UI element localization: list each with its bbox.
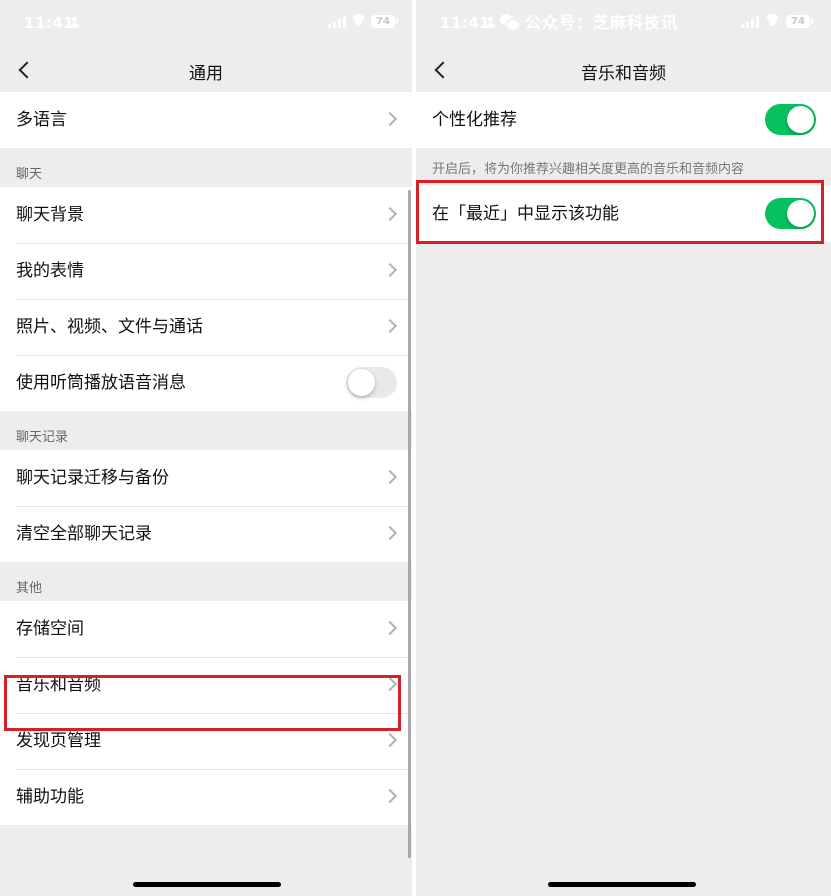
personalized-hint-text: 开启后，将为你推荐兴趣相关度更高的音乐和音频内容: [432, 162, 745, 177]
settings-item-label: 清空全部聊天记录: [16, 524, 152, 544]
settings-item-chat-background[interactable]: 聊天背景: [0, 187, 412, 243]
settings-item-discover-management[interactable]: 发现页管理: [0, 713, 412, 769]
settings-item-label: 音乐和音频: [16, 675, 101, 695]
chevron-right-icon: [382, 318, 398, 334]
chevron-right-icon: [382, 262, 398, 278]
section-title-chat: 聊天: [16, 167, 43, 182]
watermark: 公众号：芝麻科技讯: [500, 9, 678, 33]
cellular-signal-icon: [741, 16, 759, 28]
toggle-knob: [787, 106, 814, 133]
chevron-right-icon: [382, 469, 398, 485]
settings-item-label: 聊天背景: [16, 205, 84, 225]
settings-item-accessibility[interactable]: 辅助功能: [0, 769, 412, 825]
nav-bar: 通用: [0, 46, 412, 92]
home-indicator[interactable]: [133, 882, 281, 887]
chevron-right-icon: [382, 620, 398, 636]
settings-list: 多语言 聊天 聊天背景 我的表情 照片、视频、文件与通话 使用听筒播放语音消息 …: [0, 92, 412, 825]
person-icon: [486, 17, 495, 28]
nav-bar: 音乐和音频: [416, 46, 831, 92]
wechat-logo-icon: [500, 14, 520, 31]
status-time: 11:41: [24, 14, 75, 32]
settings-item-earpiece-voice: 使用听筒播放语音消息: [0, 355, 412, 411]
wifi-icon: [765, 14, 780, 26]
chevron-right-icon: [382, 525, 398, 541]
chevron-right-icon: [382, 676, 398, 692]
settings-item-label: 个性化推荐: [432, 110, 517, 130]
settings-item-language[interactable]: 多语言: [0, 92, 412, 148]
toggle-knob: [787, 200, 814, 227]
chevron-right-icon: [382, 788, 398, 804]
personalized-recommendation-toggle[interactable]: [765, 104, 816, 135]
settings-item-chat-migration-backup[interactable]: 聊天记录迁移与备份: [0, 450, 412, 506]
scrollbar[interactable]: [408, 190, 411, 858]
status-time: 11:41: [440, 14, 491, 32]
chevron-right-icon: [382, 111, 398, 127]
settings-item-photos-videos-files-calls[interactable]: 照片、视频、文件与通话: [0, 299, 412, 355]
section-title-other: 其他: [16, 581, 43, 596]
settings-item-label: 使用听筒播放语音消息: [16, 373, 186, 393]
settings-item-label: 存储空间: [16, 619, 84, 639]
toggle-knob: [348, 369, 375, 396]
settings-item-label: 多语言: [16, 110, 67, 130]
left-screen-general-settings: 11:41 74 通用 多语言 聊天 聊天背景 我的表情 照片、视频、文件与通话: [0, 0, 412, 896]
page-title: 音乐和音频: [581, 64, 666, 84]
music-settings-list: 个性化推荐 开启后，将为你推荐兴趣相关度更高的音乐和音频内容 在「最近」中显示该…: [416, 92, 831, 242]
settings-item-storage[interactable]: 存储空间: [0, 601, 412, 657]
settings-item-label: 在「最近」中显示该功能: [432, 204, 619, 224]
cellular-signal-icon: [328, 16, 346, 28]
chevron-right-icon: [382, 732, 398, 748]
wifi-icon: [351, 14, 366, 26]
settings-item-label: 发现页管理: [16, 731, 101, 751]
person-icon: [70, 17, 79, 28]
battery-icon: 74: [786, 15, 813, 28]
battery-icon: 74: [371, 15, 398, 28]
settings-item-personalized-recommendation: 个性化推荐: [416, 92, 831, 148]
home-indicator[interactable]: [548, 882, 696, 887]
page-title: 通用: [189, 64, 223, 84]
earpiece-voice-toggle[interactable]: [346, 367, 397, 398]
section-title-chat-history: 聊天记录: [16, 430, 69, 445]
watermark-text: 公众号：芝麻科技讯: [525, 13, 679, 32]
show-in-recent-toggle[interactable]: [765, 198, 816, 229]
settings-item-label: 照片、视频、文件与通话: [16, 317, 203, 337]
right-screen-music-audio: 11:41 74 音乐和音频 个性化推荐 开启后，将为你推荐兴趣相关度更高的音乐…: [416, 0, 831, 896]
settings-item-my-stickers[interactable]: 我的表情: [0, 243, 412, 299]
settings-item-music-audio[interactable]: 音乐和音频: [0, 657, 412, 713]
settings-item-show-in-recent: 在「最近」中显示该功能: [416, 186, 831, 242]
status-bar: 11:41 74: [0, 0, 412, 46]
settings-item-label: 聊天记录迁移与备份: [16, 468, 169, 488]
settings-item-label: 我的表情: [16, 261, 84, 281]
settings-item-clear-chat-history[interactable]: 清空全部聊天记录: [0, 506, 412, 562]
chevron-right-icon: [382, 206, 398, 222]
settings-item-label: 辅助功能: [16, 787, 84, 807]
